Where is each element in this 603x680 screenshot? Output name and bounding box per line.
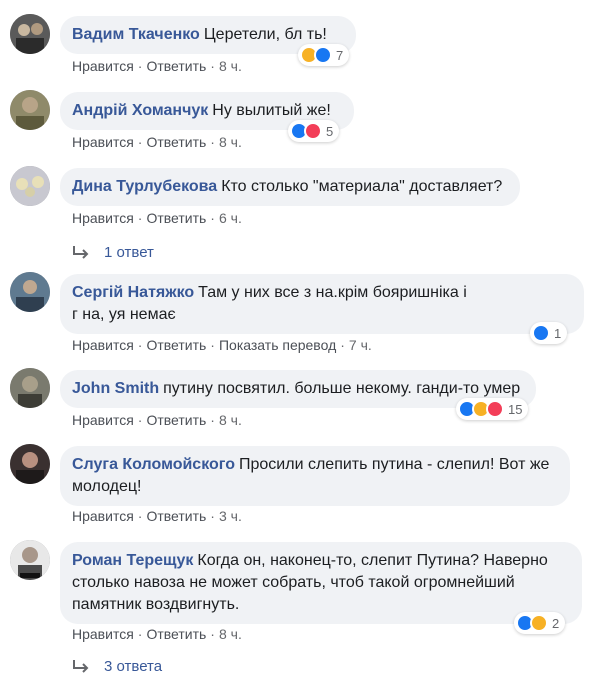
- reaction-count: 5: [326, 123, 334, 139]
- comment-author[interactable]: Дина Турлубекова: [72, 178, 217, 195]
- comment-author[interactable]: Слуга Коломойского: [72, 456, 235, 473]
- comment-text: Церетели, бл ть!: [203, 26, 327, 43]
- like-button[interactable]: Нравится: [72, 210, 134, 226]
- timestamp[interactable]: 8 ч.: [219, 58, 242, 74]
- separator: ·: [210, 412, 215, 428]
- comment-actions: Нравится · Ответить · 8 ч.: [72, 134, 242, 150]
- comment-text: путину посвятил. больше некому. ганди-то…: [163, 380, 521, 397]
- comment-bubble: Роман Терещук Когда он, наконец-то, слепи…: [60, 542, 582, 624]
- like-icon: [314, 46, 332, 64]
- haha-icon: [530, 614, 548, 632]
- avatar[interactable]: [10, 368, 50, 408]
- like-button[interactable]: Нравится: [72, 508, 134, 524]
- comment-text-continued: столько навоза не может собрать, чтоб та…: [72, 574, 515, 591]
- comment-author[interactable]: Вадим Ткаченко: [72, 26, 200, 43]
- reply-arrow-icon: [73, 245, 89, 259]
- love-icon: [486, 400, 504, 418]
- separator: ·: [210, 58, 215, 74]
- comment-text-continued: молодец!: [72, 478, 142, 495]
- reaction-count: 7: [336, 47, 344, 63]
- like-button[interactable]: Нравится: [72, 134, 134, 150]
- comment-actions: Нравится · Ответить · 8 ч.: [72, 58, 242, 74]
- comment-text: Кто столько "материала" доставляет?: [221, 178, 503, 195]
- replies-count[interactable]: 1 ответ: [104, 244, 154, 261]
- comment-text-continued: г на, уя немає: [72, 306, 176, 323]
- reactions-summary[interactable]: 7: [298, 44, 350, 66]
- separator: ·: [137, 210, 143, 226]
- comment-bubble: Сергій Натяжко Там у них все з на.крім бо…: [60, 274, 584, 334]
- reaction-count: 1: [554, 325, 562, 341]
- separator: ·: [210, 337, 215, 353]
- reply-button[interactable]: Ответить: [146, 508, 206, 524]
- reply-button[interactable]: Ответить: [146, 337, 206, 353]
- avatar[interactable]: [10, 14, 50, 54]
- comment-actions: Нравится · Ответить · 8 ч.: [72, 626, 242, 642]
- reactions-summary[interactable]: 2: [514, 612, 566, 634]
- reply-button[interactable]: Ответить: [146, 412, 206, 428]
- reply-button[interactable]: Ответить: [146, 58, 206, 74]
- separator: ·: [137, 58, 143, 74]
- timestamp[interactable]: 8 ч.: [219, 134, 242, 150]
- timestamp[interactable]: 6 ч.: [219, 210, 242, 226]
- reactions-summary[interactable]: 1: [530, 322, 568, 344]
- reply-button[interactable]: Ответить: [146, 134, 206, 150]
- avatar[interactable]: [10, 166, 50, 206]
- separator: ·: [137, 508, 143, 524]
- comment-author[interactable]: Роман Терещук: [72, 552, 193, 569]
- separator: ·: [210, 508, 215, 524]
- reply-arrow-icon: [73, 659, 89, 673]
- timestamp[interactable]: 7 ч.: [349, 337, 372, 353]
- comment-text: Там у них все з на.крім бояришніка і: [198, 284, 467, 301]
- avatar[interactable]: [10, 272, 50, 312]
- like-button[interactable]: Нравится: [72, 58, 134, 74]
- reaction-count: 2: [552, 615, 560, 631]
- separator: ·: [340, 337, 345, 353]
- reply-button[interactable]: Ответить: [146, 210, 206, 226]
- comment-actions: Нравится · Ответить · 3 ч.: [72, 508, 242, 524]
- comment-actions: Нравится · Ответить · 8 ч.: [72, 412, 242, 428]
- love-icon: [304, 122, 322, 140]
- avatar[interactable]: [10, 444, 50, 484]
- separator: ·: [210, 626, 215, 642]
- avatar[interactable]: [10, 90, 50, 130]
- comment-author[interactable]: Андрій Хоманчук: [72, 102, 208, 119]
- separator: ·: [137, 134, 143, 150]
- reaction-count: 15: [508, 401, 523, 417]
- timestamp[interactable]: 8 ч.: [219, 626, 242, 642]
- comment-text: Просили слепить путина - слепил! Вот же: [239, 456, 550, 473]
- replies-count[interactable]: 3 ответа: [104, 658, 162, 675]
- comment-bubble: Слуга Коломойского Просили слепить путина…: [60, 446, 570, 506]
- timestamp[interactable]: 8 ч.: [219, 412, 242, 428]
- avatar[interactable]: [10, 540, 50, 580]
- comment-text: Ну вылитый же!: [212, 102, 331, 119]
- separator: ·: [210, 134, 215, 150]
- separator: ·: [137, 412, 143, 428]
- like-icon: [532, 324, 550, 342]
- like-button[interactable]: Нравится: [72, 626, 134, 642]
- separator: ·: [137, 626, 143, 642]
- comment-bubble: Дина Турлубекова Кто столько "материала" …: [60, 168, 520, 206]
- view-replies-link[interactable]: 1 ответ: [72, 244, 154, 261]
- like-button[interactable]: Нравится: [72, 412, 134, 428]
- comment-author[interactable]: Сергій Натяжко: [72, 284, 194, 301]
- reactions-summary[interactable]: 15: [456, 398, 529, 420]
- view-replies-link[interactable]: 3 ответа: [72, 658, 162, 675]
- like-button[interactable]: Нравится: [72, 337, 134, 353]
- comment-actions: Нравится · Ответить · 6 ч.: [72, 210, 242, 226]
- timestamp[interactable]: 3 ч.: [219, 508, 242, 524]
- comment-text-continued: памятник воздвигнуть.: [72, 596, 240, 613]
- comment-author[interactable]: John Smith: [72, 380, 159, 397]
- comment-actions: Нравится · Ответить · Показать перевод · 7 ч.: [72, 337, 372, 353]
- separator: ·: [137, 337, 143, 353]
- show-translation-button[interactable]: Показать перевод: [219, 337, 336, 353]
- reactions-summary[interactable]: 5: [288, 120, 340, 142]
- comment-text: Когда он, наконец-то, слепит Путина? Нав…: [197, 552, 548, 569]
- reply-button[interactable]: Ответить: [146, 626, 206, 642]
- separator: ·: [210, 210, 215, 226]
